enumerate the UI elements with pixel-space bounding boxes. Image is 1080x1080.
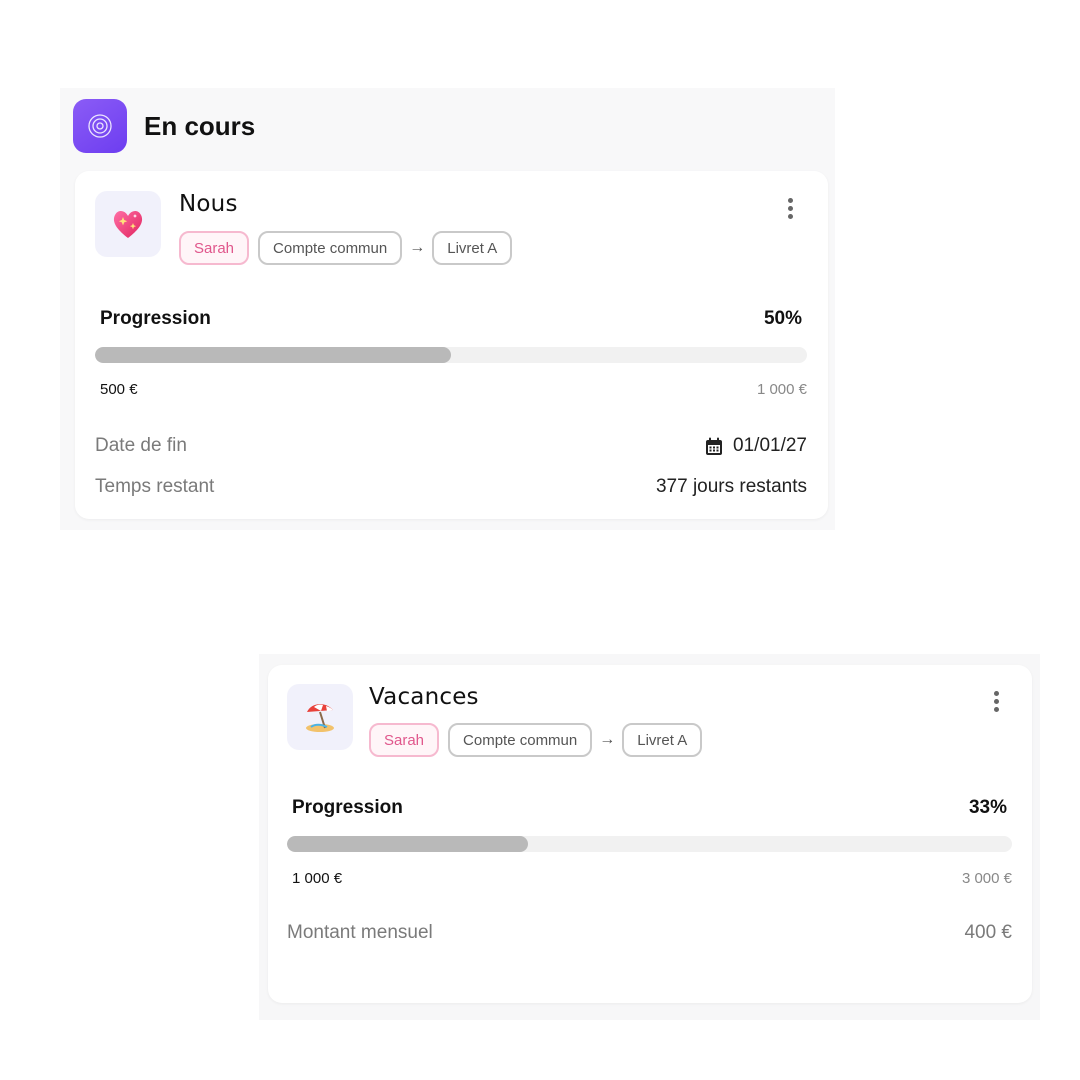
calendar-icon (705, 437, 723, 456)
more-options-icon[interactable] (778, 193, 802, 223)
progress-bar (95, 347, 807, 363)
owner-tag: Sarah (179, 231, 250, 265)
goal-card-vacances[interactable] (268, 665, 1032, 1003)
more-options-icon[interactable] (984, 686, 1008, 716)
owner-tag: Sarah (369, 723, 440, 757)
goal-card-nous[interactable] (75, 171, 828, 519)
end-date-value: 01/01/27 (507, 433, 807, 459)
progress-label: Progression (100, 308, 211, 329)
target-amount: 3 000 € (961, 870, 1012, 887)
section-title: En cours (144, 110, 256, 141)
from-account-tag: Compte commun (448, 723, 593, 757)
sparkling-heart-icon (95, 191, 161, 257)
goal-tags: Sarah Compte commun → Livret A (179, 231, 513, 265)
to-account-tag: Livret A (432, 231, 513, 265)
from-account-tag: Compte commun (258, 231, 403, 265)
target-amount: 1 000 € (756, 381, 807, 398)
arrow-right-icon: → (599, 731, 616, 748)
monthly-amount-label: Montant mensuel (287, 922, 433, 943)
progress-percent: 33% (968, 797, 1007, 818)
current-amount: 500 € (100, 381, 138, 398)
goal-tags: Sarah Compte commun → Livret A (369, 723, 703, 757)
section-header: En cours (73, 99, 255, 153)
progress-bar (287, 836, 1012, 852)
end-date-label: Date de fin (95, 435, 187, 456)
to-account-tag: Livret A (622, 723, 703, 757)
goal-name: Vacances (369, 684, 479, 710)
target-icon (73, 99, 127, 153)
monthly-amount-value: 400 € (964, 922, 1012, 943)
remaining-time-label: Temps restant (95, 476, 215, 497)
arrow-right-icon: → (409, 239, 426, 256)
progress-bar-fill (287, 836, 529, 852)
goal-name: Nous (179, 191, 238, 217)
progress-label: Progression (292, 797, 403, 818)
remaining-time-value: 377 jours restants (655, 476, 807, 497)
progress-bar-fill (95, 347, 451, 363)
beach-umbrella-icon (287, 684, 353, 750)
progress-percent: 50% (763, 308, 802, 329)
current-amount: 1 000 € (292, 870, 343, 887)
end-date-text: 01/01/27 (733, 435, 807, 456)
